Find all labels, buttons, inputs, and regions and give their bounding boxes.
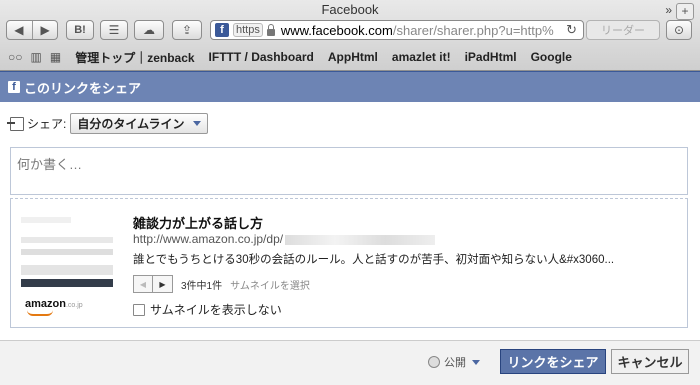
no-thumbnail-label: サムネイルを表示しない <box>150 303 282 317</box>
chevron-down-icon <box>472 359 480 365</box>
share-target-select[interactable]: 自分のタイムライン <box>70 113 208 134</box>
chevron-down-icon <box>192 121 201 126</box>
thumbnail: amazon.co.jp <box>21 213 129 316</box>
reload-icon[interactable]: ↻ <box>560 22 583 38</box>
layers-icon[interactable]: ☰ <box>100 20 128 40</box>
compose-input[interactable]: 何か書く… <box>10 147 688 195</box>
share-icon[interactable]: ⇪ <box>172 20 202 40</box>
select-thumbnail-label: サムネイルを選択 <box>230 280 310 292</box>
privacy-label: 公開 <box>444 357 466 369</box>
amazon-logo: amazon.co.jp <box>25 298 83 310</box>
globe-icon <box>428 356 440 368</box>
privacy-selector[interactable]: 公開 <box>428 354 480 370</box>
bookmark-item[interactable]: amazlet it! <box>392 50 451 64</box>
amazon-logo-suffix: .co.jp <box>65 302 83 309</box>
thumbnail-line <box>21 217 71 223</box>
url-host: www.facebook.com <box>280 22 393 38</box>
forward-icon[interactable]: ▶ <box>41 23 50 37</box>
browser-toolbar: Facebook ⤢ ◀ ▶ B! ☰ ☁ ⇪ f https www.face… <box>0 0 700 71</box>
url-text[interactable]: www.facebook.com/sharer/sharer.php?u=htt… <box>281 23 554 38</box>
dialog-header: f このリンクをシェア <box>0 71 700 102</box>
share-target-value: 自分のタイムライン <box>77 117 185 131</box>
bookmark-item[interactable]: Google <box>531 50 572 64</box>
share-target-row: シェア: 自分のタイムライン <box>7 113 208 134</box>
dialog-footer: 公開 リンクをシェア キャンセル <box>0 340 700 385</box>
bookmark-item[interactable]: IFTTT / Dashboard <box>209 50 314 64</box>
thumbnail-line <box>21 265 113 275</box>
link-preview: amazon.co.jp 雑談力が上がる話し方 http://www.amazo… <box>10 198 688 328</box>
previous-thumbnail-button[interactable]: ◀ <box>133 275 153 293</box>
share-arrow-icon <box>7 116 24 131</box>
facebook-favicon-icon: f <box>215 23 229 37</box>
facebook-logo-icon: f <box>8 81 20 93</box>
link-description[interactable]: 誰とでもうちとける30秒の会話のルール。人と話すのが苦手、初対面や知らない人&#… <box>133 251 614 267</box>
book-icon[interactable]: ▥ <box>31 50 42 64</box>
next-thumbnail-button[interactable]: ▶ <box>153 275 173 293</box>
back-icon[interactable]: ◀ <box>14 23 23 37</box>
address-bar[interactable]: f https www.facebook.com/sharer/sharer.p… <box>210 20 584 40</box>
hatena-bookmark-icon[interactable]: B! <box>66 20 94 40</box>
bookmark-item[interactable]: AppHtml <box>328 50 378 64</box>
link-title[interactable]: 雑談力が上がる話し方 <box>133 213 263 232</box>
lock-icon <box>266 23 275 36</box>
new-tab-icon[interactable]: + <box>676 3 694 20</box>
back-forward-buttons[interactable]: ◀ ▶ <box>6 20 58 40</box>
bookmark-item[interactable]: 管理トップ｜zenback <box>75 49 194 66</box>
thumbnail-pager: ◀ ▶ 3件中1件 サムネイルを選択 <box>133 275 310 293</box>
bookmarks-bar: ○○ ▥ ▦ 管理トップ｜zenback IFTTT / Dashboard A… <box>0 46 700 68</box>
link-url: http://www.amazon.co.jp/dp/ <box>133 232 436 246</box>
downloads-icon[interactable]: ⊙ <box>666 20 692 40</box>
link-url-text: http://www.amazon.co.jp/dp/ <box>133 232 284 246</box>
thumbnail-line <box>21 237 113 243</box>
reader-button[interactable]: リーダー <box>586 20 660 40</box>
https-badge: https <box>233 23 263 37</box>
glasses-icon[interactable]: ○○ <box>8 50 23 64</box>
segment-divider <box>31 21 33 39</box>
url-path: /sharer/sharer.php?u=http% <box>392 22 554 38</box>
share-link-button[interactable]: リンクをシェア <box>500 349 606 374</box>
cloud-icon[interactable]: ☁ <box>134 20 164 40</box>
dialog-title: このリンクをシェア <box>24 80 142 96</box>
share-label: シェア: <box>27 117 67 131</box>
no-thumbnail-checkbox[interactable] <box>133 303 145 316</box>
redacted-url <box>285 234 436 245</box>
grid-icon[interactable]: ▦ <box>50 50 61 64</box>
bookmark-item[interactable]: iPadHtml <box>465 50 517 64</box>
thumbnail-line <box>21 249 113 255</box>
no-thumbnail-option[interactable]: サムネイルを表示しない <box>133 301 282 318</box>
thumbnail-count: 3件中1件 <box>181 280 223 292</box>
more-bookmarks-icon[interactable]: » <box>665 3 672 17</box>
thumbnail-line <box>21 279 113 287</box>
cancel-button[interactable]: キャンセル <box>611 349 689 374</box>
amazon-smile-icon <box>27 310 53 316</box>
amazon-logo-text: amazon <box>25 298 66 310</box>
window-title: Facebook <box>321 2 379 17</box>
